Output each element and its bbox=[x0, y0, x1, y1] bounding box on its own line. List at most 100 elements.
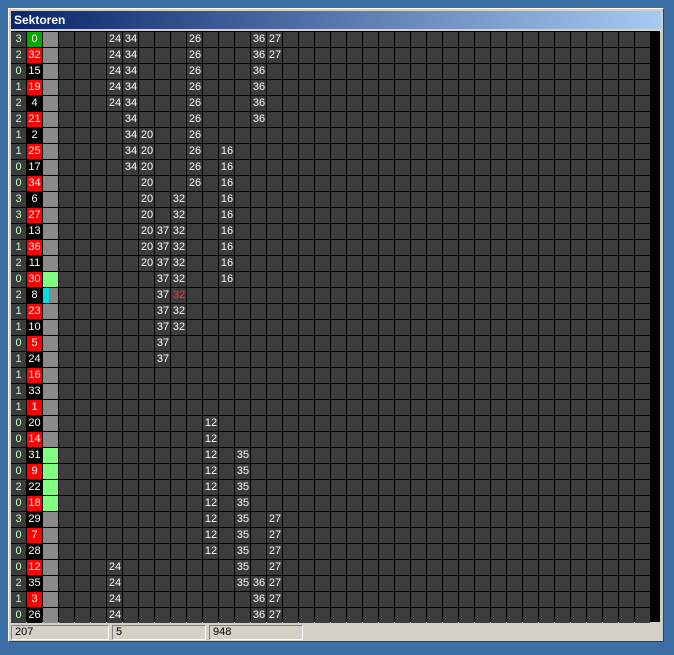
grid-cell[interactable] bbox=[171, 560, 186, 575]
grid-cell[interactable] bbox=[219, 592, 234, 607]
grid-cell[interactable] bbox=[379, 576, 394, 591]
grid-cell[interactable] bbox=[443, 544, 458, 559]
grid-cell[interactable]: 27 bbox=[267, 608, 282, 623]
grid-cell[interactable] bbox=[443, 112, 458, 127]
grid-cell[interactable] bbox=[155, 96, 170, 111]
grid-cell[interactable]: 24 bbox=[107, 576, 122, 591]
grid-cell[interactable] bbox=[315, 144, 330, 159]
grid-cell[interactable] bbox=[635, 480, 650, 495]
grid-cell[interactable] bbox=[603, 128, 618, 143]
grid-cell[interactable] bbox=[603, 80, 618, 95]
grid-cell[interactable] bbox=[283, 592, 298, 607]
grid-cell[interactable] bbox=[587, 176, 602, 191]
grid-cell[interactable] bbox=[315, 560, 330, 575]
grid-cell[interactable] bbox=[619, 320, 634, 335]
row-count[interactable]: 1 bbox=[11, 144, 26, 159]
grid-cell[interactable] bbox=[251, 192, 266, 207]
row-count[interactable]: 1 bbox=[11, 352, 26, 367]
grid-cell[interactable] bbox=[411, 432, 426, 447]
grid-cell[interactable] bbox=[139, 608, 154, 623]
grid-cell[interactable] bbox=[235, 32, 250, 47]
grid-cell[interactable] bbox=[459, 224, 474, 239]
grid-cell[interactable]: 34 bbox=[123, 128, 138, 143]
grid-cell[interactable] bbox=[203, 144, 218, 159]
grid-cell[interactable] bbox=[427, 608, 442, 623]
grid-cell[interactable] bbox=[603, 288, 618, 303]
grid-cell[interactable] bbox=[235, 336, 250, 351]
grid-cell[interactable] bbox=[331, 560, 346, 575]
grid-cell[interactable] bbox=[523, 576, 538, 591]
grid-cell[interactable] bbox=[171, 112, 186, 127]
grid-cell[interactable] bbox=[443, 448, 458, 463]
grid-cell[interactable] bbox=[411, 480, 426, 495]
grid-cell[interactable] bbox=[539, 224, 554, 239]
grid-cell[interactable] bbox=[379, 192, 394, 207]
grid-cell[interactable] bbox=[427, 112, 442, 127]
grid-cell[interactable] bbox=[219, 544, 234, 559]
grid-cell[interactable] bbox=[139, 512, 154, 527]
grid-cell[interactable] bbox=[491, 464, 506, 479]
grid-cell[interactable] bbox=[475, 368, 490, 383]
grid-cell[interactable] bbox=[283, 480, 298, 495]
grid-cell[interactable] bbox=[203, 592, 218, 607]
grid-cell[interactable] bbox=[411, 208, 426, 223]
grid-cell[interactable] bbox=[587, 240, 602, 255]
grid-cell[interactable] bbox=[315, 528, 330, 543]
grid-cell[interactable] bbox=[75, 272, 90, 287]
grid-cell[interactable] bbox=[155, 176, 170, 191]
grid-cell[interactable] bbox=[219, 560, 234, 575]
grid-cell[interactable] bbox=[395, 448, 410, 463]
grid-cell[interactable] bbox=[123, 304, 138, 319]
grid-cell[interactable] bbox=[619, 544, 634, 559]
grid-cell[interactable] bbox=[107, 240, 122, 255]
grid-cell[interactable] bbox=[107, 416, 122, 431]
grid-cell[interactable] bbox=[619, 560, 634, 575]
grid-cell[interactable] bbox=[187, 240, 202, 255]
grid-cell[interactable] bbox=[267, 160, 282, 175]
grid-cell[interactable] bbox=[363, 496, 378, 511]
grid-cell[interactable] bbox=[491, 160, 506, 175]
grid-cell[interactable] bbox=[603, 32, 618, 47]
grid-cell[interactable] bbox=[139, 80, 154, 95]
row-count[interactable]: 1 bbox=[11, 592, 26, 607]
sector-mark-cell[interactable] bbox=[43, 496, 58, 511]
grid-cell[interactable] bbox=[587, 128, 602, 143]
grid-cell[interactable] bbox=[347, 160, 362, 175]
grid-cell[interactable] bbox=[75, 192, 90, 207]
grid-cell[interactable]: 16 bbox=[219, 240, 234, 255]
grid-cell[interactable] bbox=[123, 400, 138, 415]
grid-cell[interactable] bbox=[363, 320, 378, 335]
grid-cell[interactable] bbox=[347, 96, 362, 111]
grid-cell[interactable] bbox=[523, 80, 538, 95]
grid-cell[interactable] bbox=[283, 560, 298, 575]
grid-cell[interactable] bbox=[491, 112, 506, 127]
grid-cell[interactable] bbox=[571, 512, 586, 527]
grid-cell[interactable] bbox=[443, 368, 458, 383]
grid-cell[interactable] bbox=[267, 448, 282, 463]
grid-cell[interactable] bbox=[475, 96, 490, 111]
grid-cell[interactable] bbox=[363, 208, 378, 223]
grid-cell[interactable] bbox=[555, 272, 570, 287]
grid-cell[interactable] bbox=[411, 272, 426, 287]
grid-cell[interactable] bbox=[299, 128, 314, 143]
grid-cell[interactable] bbox=[443, 352, 458, 367]
grid-cell[interactable] bbox=[283, 304, 298, 319]
grid-cell[interactable] bbox=[603, 112, 618, 127]
grid-cell[interactable] bbox=[571, 48, 586, 63]
grid-cell[interactable] bbox=[363, 160, 378, 175]
grid-cell[interactable] bbox=[219, 112, 234, 127]
grid-cell[interactable] bbox=[603, 208, 618, 223]
grid-cell[interactable] bbox=[347, 64, 362, 79]
grid-cell[interactable] bbox=[427, 160, 442, 175]
grid-cell[interactable]: 20 bbox=[139, 192, 154, 207]
grid-cell[interactable] bbox=[507, 112, 522, 127]
grid-cell[interactable] bbox=[267, 368, 282, 383]
grid-cell[interactable] bbox=[75, 464, 90, 479]
grid-cell[interactable] bbox=[123, 224, 138, 239]
grid-cell[interactable] bbox=[539, 528, 554, 543]
grid-cell[interactable] bbox=[75, 48, 90, 63]
grid-cell[interactable] bbox=[523, 208, 538, 223]
grid-cell[interactable] bbox=[395, 224, 410, 239]
grid-cell[interactable] bbox=[347, 272, 362, 287]
grid-cell[interactable] bbox=[267, 256, 282, 271]
